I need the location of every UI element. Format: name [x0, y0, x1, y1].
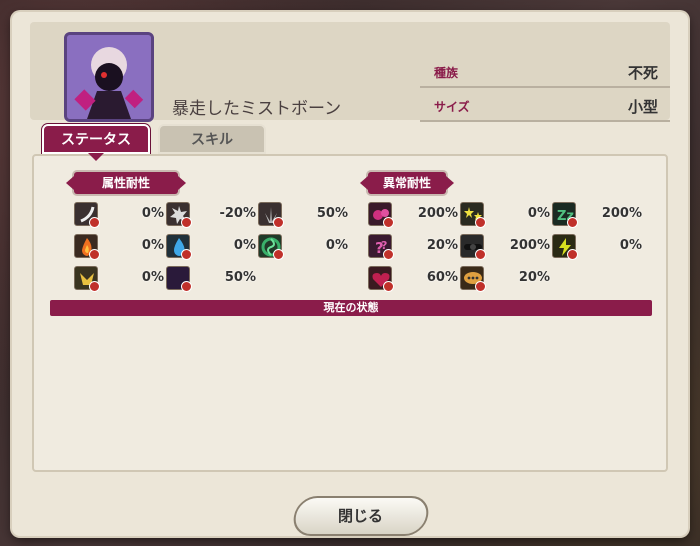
resistance-value: 20%	[518, 270, 550, 285]
resistance-badge-icon	[475, 281, 486, 292]
resistance-value: 50%	[316, 206, 348, 221]
resistance-value: 20%	[426, 238, 458, 253]
resistance-value: 0%	[619, 238, 642, 253]
header-band: 暴走したミストボーン 種族 不死 サイズ 小型	[30, 22, 670, 122]
resistance-cell: 200%	[368, 202, 458, 228]
attribute-resistance-title: 属性耐性	[66, 172, 186, 194]
silence-icon[interactable]	[460, 266, 486, 292]
resistance-cell: 0%	[74, 266, 164, 292]
resistance-badge-icon	[273, 217, 284, 228]
fire-icon[interactable]	[74, 234, 100, 260]
resistance-value: 0%	[527, 206, 550, 221]
resistance-value: 200%	[601, 206, 642, 221]
monster-name: 暴走したミストボーン	[172, 99, 342, 119]
spike-icon[interactable]	[258, 202, 284, 228]
stun-icon[interactable]	[460, 202, 486, 228]
sleep-icon[interactable]: Zz	[552, 202, 578, 228]
resistance-badge-icon	[181, 249, 192, 260]
resistance-value: 0%	[233, 238, 256, 253]
resistance-badge-icon	[567, 249, 578, 260]
status-panel: 属性耐性 異常耐性 0% -20% 50% 0% 0% 0% 0% 50% 200% 0% Zz 2…	[32, 154, 668, 472]
resistance-value: 200%	[417, 206, 458, 221]
info-label: サイズ	[434, 100, 470, 114]
info-row-race: 種族 不死	[420, 60, 670, 88]
resistance-badge-icon	[181, 281, 192, 292]
resistance-badge-icon	[567, 217, 578, 228]
resistance-badge-icon	[475, 249, 486, 260]
current-state-bar: 現在の状態	[50, 300, 652, 316]
resistance-badge-icon	[89, 217, 100, 228]
dark-icon[interactable]	[166, 266, 192, 292]
charm-icon[interactable]	[368, 266, 394, 292]
resistance-cell: 0%	[552, 234, 642, 260]
resistance-badge-icon	[89, 249, 100, 260]
resistance-badge-icon	[383, 217, 394, 228]
poison-icon[interactable]	[368, 202, 394, 228]
info-label: 種族	[434, 66, 459, 80]
monster-info-table: 種族 不死 サイズ 小型	[420, 60, 670, 128]
monster-info-dialog: 暴走したミストボーン 種族 不死 サイズ 小型 ステータス スキル 属性耐性 異…	[12, 12, 688, 536]
resistance-cell: 200%	[460, 234, 550, 260]
resistance-value: 0%	[141, 238, 164, 253]
info-row-size: サイズ 小型	[420, 94, 670, 122]
resistance-cell: 50%	[166, 266, 256, 292]
resistance-cell: 0%	[74, 234, 164, 260]
light-icon[interactable]	[74, 266, 100, 292]
resistance-cell: Zz 200%	[552, 202, 642, 228]
confusion-icon[interactable]: ??	[368, 234, 394, 260]
resistance-value: 0%	[141, 206, 164, 221]
abnormal-resistance-title: 異常耐性	[360, 172, 454, 194]
resistance-badge-icon	[475, 217, 486, 228]
info-value: 不死	[627, 64, 658, 82]
blind-icon[interactable]	[460, 234, 486, 260]
resistance-value: 200%	[509, 238, 550, 253]
monster-portrait	[64, 32, 154, 122]
paralysis-icon[interactable]	[552, 234, 578, 260]
resistance-cell: 60%	[368, 266, 458, 292]
resistance-cell: 50%	[258, 202, 348, 228]
resistance-badge-icon	[89, 281, 100, 292]
info-value: 小型	[627, 98, 658, 116]
resistance-value: 50%	[224, 270, 256, 285]
tab-status[interactable]: ステータス	[42, 124, 150, 154]
resistance-value: 60%	[426, 270, 458, 285]
tab-skill[interactable]: スキル	[158, 124, 266, 154]
resistance-cell: 0%	[166, 234, 256, 260]
resistance-value: -20%	[219, 206, 256, 221]
resistance-badge-icon	[273, 249, 284, 260]
resistance-value: 0%	[325, 238, 348, 253]
resistance-badge-icon	[383, 281, 394, 292]
burst-icon[interactable]	[166, 202, 192, 228]
resistance-cell: ?? 20%	[368, 234, 458, 260]
close-button[interactable]: 閉じる	[290, 496, 432, 536]
wind-icon[interactable]	[258, 234, 284, 260]
resistance-value: 0%	[141, 270, 164, 285]
resistance-cell: 0%	[460, 202, 550, 228]
resistance-cell: -20%	[166, 202, 256, 228]
close-button-label: 閉じる	[338, 507, 384, 525]
resistance-cell: 0%	[258, 234, 348, 260]
resistance-cell: 20%	[460, 266, 550, 292]
water-icon[interactable]	[166, 234, 192, 260]
tab-pointer	[88, 153, 104, 161]
resistance-cell: 0%	[74, 202, 164, 228]
slash-icon[interactable]	[74, 202, 100, 228]
resistance-badge-icon	[383, 249, 394, 260]
resistance-badge-icon	[181, 217, 192, 228]
